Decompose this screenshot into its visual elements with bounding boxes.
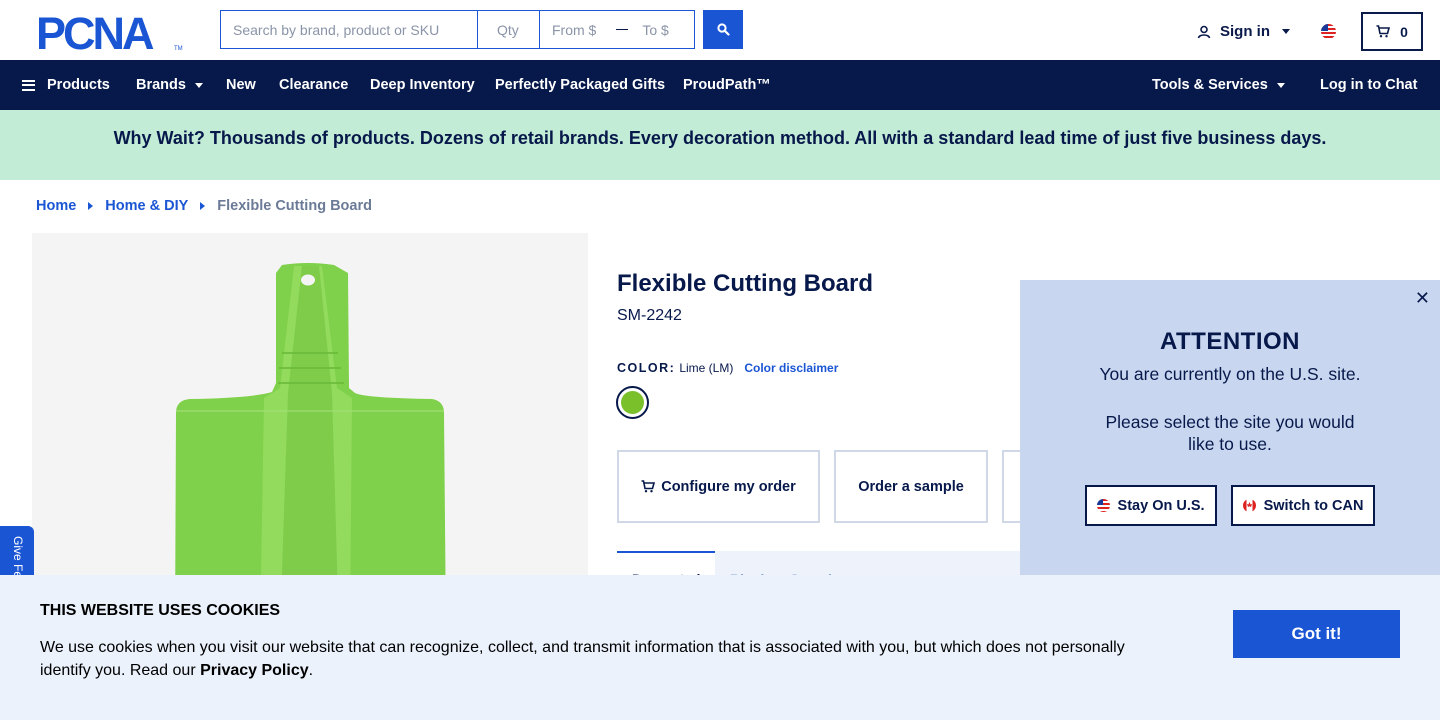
svg-text:TM: TM [174,46,183,51]
product-sku: SM-2242 [617,307,682,324]
site-header: PCNA TM Search by brand, product or SKU … [0,0,1440,60]
nav-gifts[interactable]: Perfectly Packaged Gifts [495,77,665,93]
us-flag-icon [1096,499,1110,512]
breadcrumb: Home Home & DIY Flexible Cutting Board [36,198,372,214]
signin-label: Sign in [1220,23,1270,40]
third-action-button[interactable] [1002,450,1020,523]
swatch-fill [621,391,644,414]
color-value: Lime (LM) [679,361,734,375]
order-sample-label: Order a sample [858,478,964,495]
color-label: COLOR: [617,361,676,375]
price-range: From $ To $ [540,11,694,48]
chevron-down-icon [1276,82,1285,88]
site-buttons: Stay On U.S. Switch to CAN [1020,485,1440,526]
chevron-right-icon [88,202,94,210]
site-selector-popup: ✕ ATTENTION You are currently on the U.S… [1020,280,1440,580]
search-input[interactable]: Search by brand, product or SKU [221,11,478,48]
cart-icon [1376,25,1391,38]
breadcrumb-current: Flexible Cutting Board [217,198,372,214]
color-disclaimer-link[interactable]: Color disclaimer [744,361,838,375]
product-image[interactable] [32,233,588,633]
cutting-board-illustration [175,263,446,633]
search-button[interactable] [703,10,743,49]
nav-brands-label: Brands [136,77,186,93]
chevron-down-icon [194,82,203,88]
attention-title: ATTENTION [1159,328,1301,355]
chevron-down-icon [1282,29,1290,34]
menu-icon [22,79,35,91]
qty-input[interactable]: Qty [478,11,540,48]
promo-text: Why Wait? Thousands of products. Dozens … [113,128,1327,148]
breadcrumb-category[interactable]: Home & DIY [105,198,188,214]
promo-banner: Why Wait? Thousands of products. Dozens … [0,110,1440,180]
stay-us-button[interactable]: Stay On U.S. [1084,485,1217,526]
price-from-input[interactable]: From $ [552,22,596,38]
user-icon [1197,25,1211,38]
nav-tools-label: Tools & Services [1152,77,1268,93]
svg-text:PCNA: PCNA [36,13,154,51]
nav-products-label: Products [47,77,110,93]
cookie-title: THIS WEBSITE USES COOKIES [40,602,281,619]
color-row: COLOR: Lime (LM) Color disclaimer [617,361,838,375]
main-nav: Products Brands New Clearance Deep Inven… [0,60,1440,110]
us-flag-icon[interactable] [1321,24,1336,39]
canada-flag-icon [1242,499,1256,512]
cookie-banner: THIS WEBSITE USES COOKIES We use cookies… [0,575,1440,720]
nav-clearance[interactable]: Clearance [279,77,348,93]
cart-icon [641,480,656,493]
attention-message: You are currently on the U.S. site. [1099,364,1361,384]
product-title: Flexible Cutting Board [617,270,874,297]
nav-proudpath[interactable]: ProudPath™ [683,77,771,93]
color-swatch-lime[interactable] [616,386,649,419]
nav-chat-login[interactable]: Log in to Chat [1320,77,1417,93]
nav-deep-inventory[interactable]: Deep Inventory [370,77,475,93]
pcna-logo[interactable]: PCNA TM [36,13,184,51]
price-to-input[interactable]: To $ [642,22,668,38]
privacy-policy-link[interactable]: Privacy Policy [200,662,309,679]
range-dash [616,28,629,31]
stay-us-label: Stay On U.S. [1117,497,1205,514]
search-bar: Search by brand, product or SKU Qty From… [220,10,695,49]
breadcrumb-home[interactable]: Home [36,198,76,214]
configure-order-button[interactable]: Configure my order [617,450,820,523]
nav-new[interactable]: New [226,77,256,93]
order-sample-button[interactable]: Order a sample [834,450,988,523]
configure-order-label: Configure my order [661,478,796,495]
cart-button[interactable]: 0 [1361,12,1423,51]
attention-instruction: Please select the site you would like to… [1105,412,1355,454]
search-icon [716,23,730,36]
cookie-message: We use cookies when you visit our websit… [40,639,1125,679]
chevron-right-icon [200,202,206,210]
cart-count: 0 [1400,23,1408,40]
close-icon[interactable]: ✕ [1415,289,1430,307]
cookie-accept-button[interactable]: Got it! [1233,610,1400,658]
switch-can-label: Switch to CAN [1263,497,1364,514]
switch-can-button[interactable]: Switch to CAN [1230,485,1376,526]
nav-tools-services[interactable]: Tools & Services [1152,77,1285,93]
signin-menu[interactable]: Sign in [1197,23,1290,40]
nav-brands[interactable]: Brands [136,77,203,93]
nav-products[interactable]: Products [22,77,110,93]
